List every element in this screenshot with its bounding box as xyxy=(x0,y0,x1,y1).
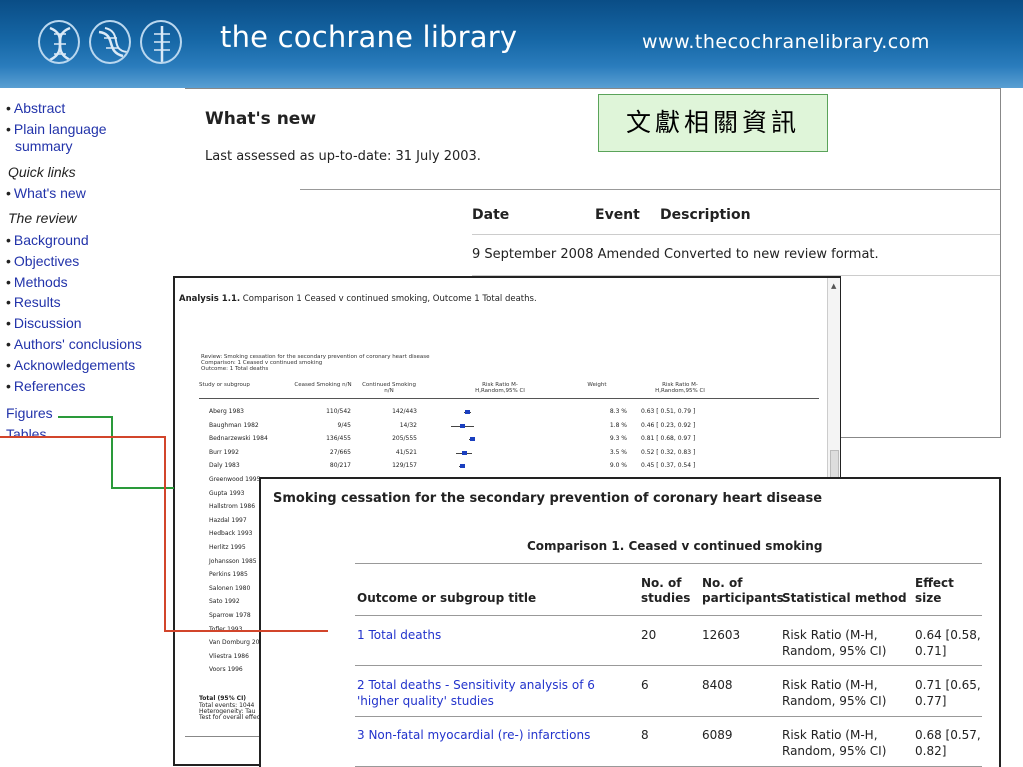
annotation-connectors xyxy=(0,416,328,632)
red-connector-line xyxy=(0,436,328,632)
green-connector-line xyxy=(58,416,174,489)
